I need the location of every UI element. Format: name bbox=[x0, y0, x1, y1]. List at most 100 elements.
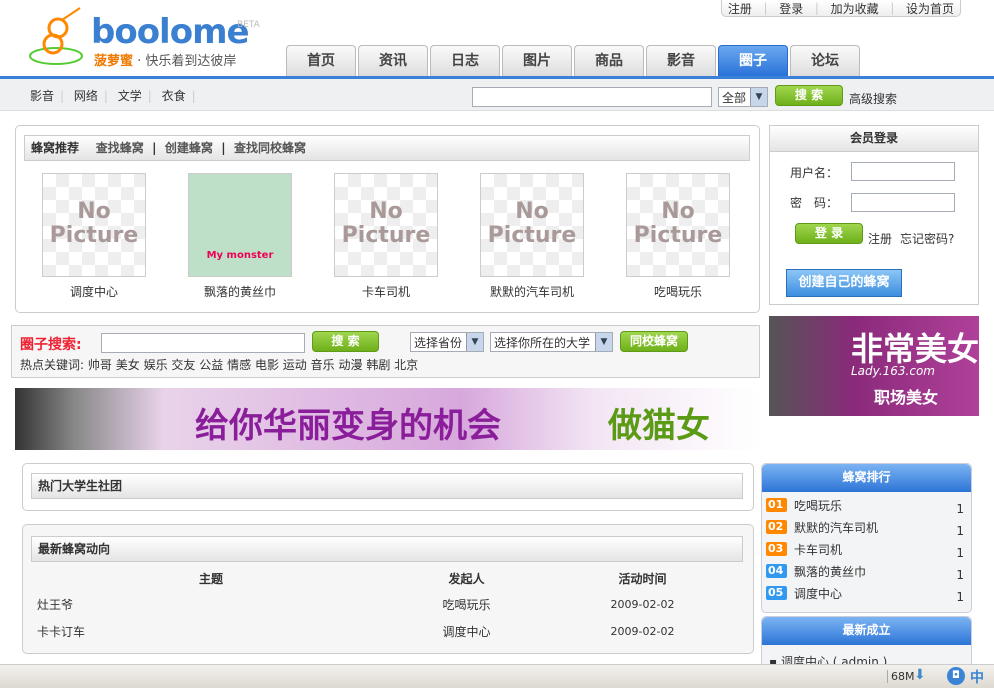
list-item[interactable]: 04 飘落的黄丝巾 1 bbox=[762, 560, 971, 582]
circle-search-panel: 圈子搜索: 搜 索 选择省份 ▼ 选择你所在的大学 ▼ 同校蜂窝 热点关键词: 帅哥… bbox=[11, 325, 760, 378]
beta-label: BETA bbox=[237, 20, 260, 30]
top-links: 注册 | 登录 | 加为收藏 | 设为首页 bbox=[721, 0, 961, 17]
subnav-literature[interactable]: 文学 bbox=[118, 89, 142, 103]
ime-chinese-icon[interactable]: 中 bbox=[970, 667, 984, 687]
bookmark-link[interactable]: 加为收藏 bbox=[831, 0, 879, 17]
tab-goods[interactable]: 商品 bbox=[574, 45, 644, 76]
download-icon[interactable]: ⬇ bbox=[914, 667, 926, 683]
chevron-down-icon: ▼ bbox=[750, 88, 767, 106]
province-select[interactable]: 选择省份 ▼ bbox=[410, 332, 484, 352]
ad-banner[interactable]: 给你华丽变身的机会 做猫女 bbox=[15, 388, 760, 450]
ad-subtitle: 职场美女 bbox=[874, 388, 939, 407]
keyword-link[interactable]: 情感 bbox=[227, 358, 251, 372]
circle-search-input[interactable] bbox=[101, 333, 305, 353]
school-hive-button[interactable]: 同校蜂窝 bbox=[620, 331, 688, 352]
login-link[interactable]: 登录 bbox=[779, 0, 803, 17]
hot-university-title: 热门大学生社团 bbox=[31, 473, 743, 499]
hive-thumb[interactable]: No Picture bbox=[480, 173, 584, 277]
tab-find-hive[interactable]: 查找蜂窝 bbox=[96, 141, 144, 155]
advanced-search-link[interactable]: 高级搜索 bbox=[849, 90, 897, 107]
keyword-link[interactable]: 韩剧 bbox=[366, 358, 390, 372]
brand-name: boolome bbox=[91, 12, 250, 52]
tab-news[interactable]: 资讯 bbox=[358, 45, 428, 76]
tab-photos[interactable]: 图片 bbox=[502, 45, 572, 76]
forgot-password-link[interactable]: 忘记密码? bbox=[900, 230, 954, 247]
bee-logo-icon bbox=[29, 7, 83, 65]
hive-name[interactable]: 默默的汽车司机 bbox=[462, 283, 602, 300]
search-scope-select[interactable]: 全部 ▼ bbox=[718, 87, 768, 107]
chevron-down-icon: ▼ bbox=[595, 333, 612, 351]
username-label: 用户名： bbox=[790, 166, 839, 180]
col-topic: 主题 bbox=[198, 571, 223, 586]
keyword-link[interactable]: 交友 bbox=[171, 358, 195, 372]
hive-name[interactable]: 吃喝玩乐 bbox=[608, 283, 748, 300]
keyword-link[interactable]: 北京 bbox=[394, 358, 418, 372]
logo[interactable]: boolome BETA 菠萝蜜 · 快乐着到达彼岸 bbox=[28, 6, 268, 70]
password-input[interactable] bbox=[851, 193, 955, 212]
hive-thumb[interactable]: No Picture bbox=[334, 173, 438, 277]
list-item[interactable]: 05 调度中心 1 bbox=[762, 582, 971, 604]
latest-activity-panel: 最新蜂窝动向 主题 发起人 活动时间 灶王爷 吃喝玩乐 2009-02-02 卡卡订车调… bbox=[22, 524, 754, 654]
keyword-link[interactable]: 娱乐 bbox=[144, 358, 168, 372]
memory-indicator: 68M bbox=[887, 670, 915, 683]
tab-media[interactable]: 影音 bbox=[646, 45, 716, 76]
tab-blog[interactable]: 日志 bbox=[430, 45, 500, 76]
register-link[interactable]: 注册 bbox=[868, 230, 892, 247]
tab-circles[interactable]: 圈子 bbox=[718, 45, 788, 76]
keyword-link[interactable]: 运动 bbox=[283, 358, 307, 372]
table-row[interactable]: 灶王爷 吃喝玩乐 2009-02-02 bbox=[31, 591, 743, 618]
register-link[interactable]: 注册 bbox=[728, 0, 752, 17]
tab-hive-recommend[interactable]: 蜂窝推荐 bbox=[31, 141, 79, 155]
main-tabs: 首页 资讯 日志 图片 商品 影音 圈子 论坛 bbox=[286, 45, 860, 76]
hive-recommend-panel: 蜂窝推荐 查找蜂窝 | 创建蜂窝 | 查找同校蜂窝 No Picture 调度中心… bbox=[15, 125, 760, 313]
site-name: 菠萝蜜 bbox=[94, 54, 134, 69]
keyword-link[interactable]: 电影 bbox=[255, 358, 279, 372]
sub-nav: 影音 | 网络 | 文学 | 衣食 | 全部 ▼ 搜 索 高级搜索 bbox=[0, 79, 994, 111]
banner-text-2: 做猫女 bbox=[608, 406, 710, 446]
hive-tabs: 蜂窝推荐 查找蜂窝 | 创建蜂窝 | 查找同校蜂窝 bbox=[24, 135, 750, 161]
keyword-link[interactable]: 动漫 bbox=[338, 358, 362, 372]
subnav-network[interactable]: 网络 bbox=[74, 89, 98, 103]
site-search-button[interactable]: 搜 索 bbox=[775, 85, 843, 106]
ad-site: Lady.163.com bbox=[851, 364, 935, 378]
hive-thumb[interactable]: No Picture bbox=[626, 173, 730, 277]
list-item[interactable]: 02 默默的汽车司机 1 bbox=[762, 516, 971, 538]
university-select[interactable]: 选择你所在的大学 ▼ bbox=[490, 332, 613, 352]
chevron-down-icon: ▼ bbox=[466, 333, 483, 351]
hive-name[interactable]: 调度中心 bbox=[24, 283, 164, 300]
subnav-food[interactable]: 衣食 bbox=[162, 89, 186, 103]
side-ad[interactable]: 非常美女 Lady.163.com 职场美女 bbox=[769, 316, 979, 416]
subnav-media[interactable]: 影音 bbox=[30, 89, 54, 103]
hive-name[interactable]: 卡车司机 bbox=[316, 283, 456, 300]
banner-text: 给你华丽变身的机会 bbox=[195, 406, 501, 446]
hive-thumb[interactable]: My monster bbox=[188, 173, 292, 277]
set-homepage-link[interactable]: 设为首页 bbox=[906, 0, 954, 17]
site-search-input[interactable] bbox=[472, 87, 712, 107]
create-hive-button[interactable]: 创建自己的蜂窝 bbox=[786, 269, 902, 297]
hive-name[interactable]: 飘落的黄丝巾 bbox=[170, 283, 310, 300]
keyword-link[interactable]: 帅哥 bbox=[88, 358, 112, 372]
tab-create-hive[interactable]: 创建蜂窝 bbox=[165, 141, 213, 155]
tab-home[interactable]: 首页 bbox=[286, 45, 356, 76]
ranking-title: 蜂窝排行 bbox=[762, 464, 971, 492]
slogan-text: · 快乐着到达彼岸 bbox=[137, 54, 237, 69]
latest-activity-table: 主题 发起人 活动时间 灶王爷 吃喝玩乐 2009-02-02 卡卡订车 调度中心 2009… bbox=[31, 565, 743, 645]
tab-find-school-hive[interactable]: 查找同校蜂窝 bbox=[234, 141, 306, 155]
hot-keywords-label: 热点关键词: bbox=[20, 358, 85, 372]
tab-forum[interactable]: 论坛 bbox=[790, 45, 860, 76]
circle-search-label: 圈子搜索: bbox=[20, 337, 82, 353]
keyword-link[interactable]: 音乐 bbox=[311, 358, 335, 372]
hive-thumb[interactable]: No Picture bbox=[42, 173, 146, 277]
login-title: 会员登录 bbox=[770, 126, 978, 152]
username-input[interactable] bbox=[851, 162, 955, 181]
login-button[interactable]: 登 录 bbox=[795, 223, 863, 244]
table-row[interactable]: 卡卡订车 调度中心 2009-02-02 bbox=[31, 618, 743, 645]
browser-status-bar: 68M ⬇ ◘ 中 bbox=[0, 664, 994, 688]
circle-search-button[interactable]: 搜 索 bbox=[312, 331, 379, 352]
keyword-link[interactable]: 美女 bbox=[116, 358, 140, 372]
keyword-link[interactable]: 公益 bbox=[199, 358, 223, 372]
ime-icon[interactable]: ◘ bbox=[947, 667, 965, 685]
list-item[interactable]: 03 卡车司机 1 bbox=[762, 538, 971, 560]
list-item[interactable]: 01 吃喝玩乐 1 bbox=[762, 494, 971, 516]
latest-activity-title: 最新蜂窝动向 bbox=[31, 536, 743, 562]
